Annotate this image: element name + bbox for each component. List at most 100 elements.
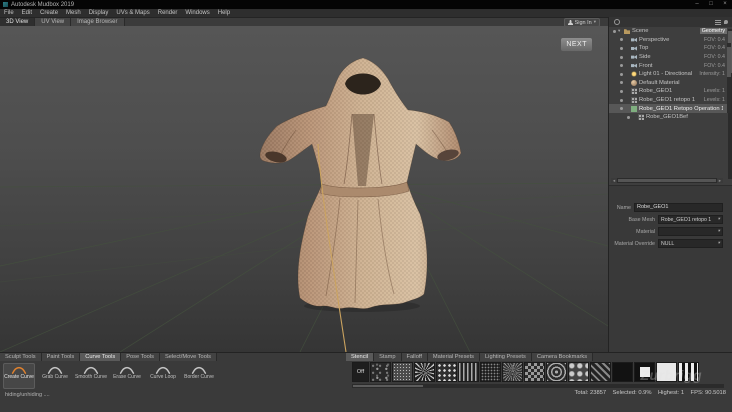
stencil-rays[interactable] xyxy=(502,362,523,382)
stencil-dark[interactable] xyxy=(612,362,633,382)
scrollbar-thumb[interactable] xyxy=(618,179,716,182)
scrollbar-thumb[interactable] xyxy=(727,47,731,77)
chevron-down-icon: ▾ xyxy=(593,19,596,25)
property-dropdown[interactable]: ▾ xyxy=(658,227,723,236)
stencil-square[interactable] xyxy=(634,362,655,382)
object-list-row[interactable]: Robe_GEO1 Levels: 1 xyxy=(609,87,732,96)
panel-scrollbar[interactable] xyxy=(727,43,731,113)
preset-tab[interactable]: Falloff xyxy=(401,353,428,361)
stencil-barcode[interactable] xyxy=(678,362,699,382)
next-overlay-button[interactable]: NEXT xyxy=(561,38,592,51)
title-bar: Autodesk Mudbox 2019 – □ × xyxy=(0,0,732,9)
visibility-dot-icon[interactable] xyxy=(627,115,630,119)
visibility-dot-icon[interactable] xyxy=(620,107,623,111)
scroll-left-icon[interactable]: ◄ xyxy=(611,178,617,183)
visibility-dot-icon[interactable] xyxy=(620,81,623,85)
view-tab[interactable]: UV View xyxy=(35,18,72,26)
tool-tab[interactable]: Select/Move Tools xyxy=(159,353,217,361)
menu-item[interactable]: Create xyxy=(36,9,62,17)
viewport-canvas[interactable] xyxy=(0,26,608,352)
expander-icon[interactable]: ▾ xyxy=(618,28,622,34)
menu-icon[interactable] xyxy=(715,19,721,25)
view-tab[interactable]: Image Browser xyxy=(71,18,125,26)
stencil-starburst[interactable] xyxy=(414,362,435,382)
menu-item[interactable]: Edit xyxy=(18,9,36,17)
visibility-dot-icon[interactable] xyxy=(620,55,623,59)
tool-tab[interactable]: Sculpt Tools xyxy=(0,353,42,361)
property-dropdown[interactable]: Robe_GEO1 retopo 1 ▾ xyxy=(658,215,723,224)
material-icon xyxy=(631,79,637,86)
object-list-row[interactable]: Front FOV: 0.4 xyxy=(609,61,732,70)
stencil-noise-dark[interactable] xyxy=(370,362,391,382)
camera-icon xyxy=(631,37,637,42)
view-tab[interactable]: 3D View xyxy=(0,18,36,26)
tool-button[interactable]: Border Curve xyxy=(183,363,215,389)
menu-item[interactable]: Mesh xyxy=(62,9,85,17)
viewport-3d[interactable]: NEXT xyxy=(0,26,609,352)
stencil-stripes[interactable] xyxy=(458,362,479,382)
stencil-weave[interactable] xyxy=(590,362,611,382)
preset-tab[interactable]: Stamp xyxy=(374,353,402,361)
object-list-row[interactable]: Default Material xyxy=(609,79,732,88)
tool-button[interactable]: Erase Curve xyxy=(111,363,143,389)
object-value: Geometry xyxy=(699,28,727,35)
stencil-scrollbar[interactable] xyxy=(352,384,724,388)
preset-tab[interactable]: Camera Bookmarks xyxy=(531,353,594,361)
visibility-dot-icon[interactable] xyxy=(620,64,623,68)
tool-button[interactable]: Curve Loop xyxy=(147,363,179,389)
curve-tools-shelf: Create Curve Grab Curve Smooth Curve Era… xyxy=(0,362,350,390)
target-icon[interactable] xyxy=(614,19,620,25)
tool-label: Grab Curve xyxy=(42,374,68,380)
object-list-row[interactable]: Top FOV: 0.4 xyxy=(609,44,732,53)
stencil-grain[interactable] xyxy=(392,362,413,382)
stencil-cells[interactable] xyxy=(568,362,589,382)
preset-tab[interactable]: Stencil xyxy=(346,353,375,361)
object-list-row[interactable]: ▾ Scene Geometry xyxy=(609,27,732,36)
menu-item[interactable]: File xyxy=(0,9,18,17)
menu-item[interactable]: Render xyxy=(154,9,182,17)
pin-icon[interactable] xyxy=(724,20,728,24)
scroll-right-icon[interactable]: ► xyxy=(717,178,723,183)
tool-tab[interactable]: Pose Tools xyxy=(121,353,160,361)
preset-tab[interactable]: Lighting Presets xyxy=(480,353,532,361)
tool-button[interactable]: Grab Curve xyxy=(39,363,71,389)
menu-item[interactable]: Help xyxy=(214,9,234,17)
minimize-button[interactable]: – xyxy=(690,0,704,9)
stencil-checker[interactable] xyxy=(524,362,545,382)
visibility-dot-icon[interactable] xyxy=(620,46,623,50)
stencil-dots[interactable] xyxy=(436,362,457,382)
close-button[interactable]: × xyxy=(718,0,732,9)
preset-tab[interactable]: Material Presets xyxy=(427,353,481,361)
visibility-dot-icon[interactable] xyxy=(620,72,623,76)
tool-tab[interactable]: Curve Tools xyxy=(80,353,122,361)
visibility-dot-icon[interactable] xyxy=(620,38,623,42)
stencil-white[interactable] xyxy=(656,362,677,382)
visibility-dot-icon[interactable] xyxy=(620,98,623,102)
tool-button[interactable]: Create Curve xyxy=(3,363,35,389)
object-list-row[interactable]: Robe_GEO1Bef xyxy=(609,113,732,122)
menu-item[interactable]: Windows xyxy=(181,9,213,17)
visibility-dot-icon[interactable] xyxy=(613,29,616,33)
object-list-horizontal-scrollbar[interactable]: ◄ ► xyxy=(611,178,723,183)
maximize-button[interactable]: □ xyxy=(704,0,718,9)
tool-tab[interactable]: Paint Tools xyxy=(41,353,81,361)
stencil-label: Off xyxy=(356,369,365,375)
property-dropdown[interactable]: NULL ▾ xyxy=(658,239,723,248)
visibility-dot-icon[interactable] xyxy=(620,89,623,93)
object-list-row[interactable]: Side FOV: 0.4 xyxy=(609,53,732,62)
object-list-row[interactable]: Robe_GEO1 retopo 1 Levels: 1 xyxy=(609,96,732,105)
object-list-row[interactable]: Light 01 - Directional Intensity: 1 xyxy=(609,70,732,79)
menu-item[interactable]: UVs & Maps xyxy=(112,9,153,17)
property-label: Base Mesh xyxy=(628,216,656,223)
operation-icon xyxy=(631,105,637,112)
object-list-row[interactable]: Perspective FOV: 0.4 xyxy=(609,36,732,45)
stencil-rings[interactable] xyxy=(546,362,567,382)
object-list-row[interactable]: Robe_GEO1 Retopo Operation 1 xyxy=(609,104,732,113)
scrollbar-thumb[interactable] xyxy=(353,385,423,387)
name-field[interactable]: Robe_GEO1 xyxy=(634,203,723,212)
tool-button[interactable]: Smooth Curve xyxy=(75,363,107,389)
stencil-off[interactable]: Off xyxy=(352,362,369,382)
object-label: Side xyxy=(639,54,651,61)
stencil-speckle[interactable] xyxy=(480,362,501,382)
menu-item[interactable]: Display xyxy=(85,9,113,17)
